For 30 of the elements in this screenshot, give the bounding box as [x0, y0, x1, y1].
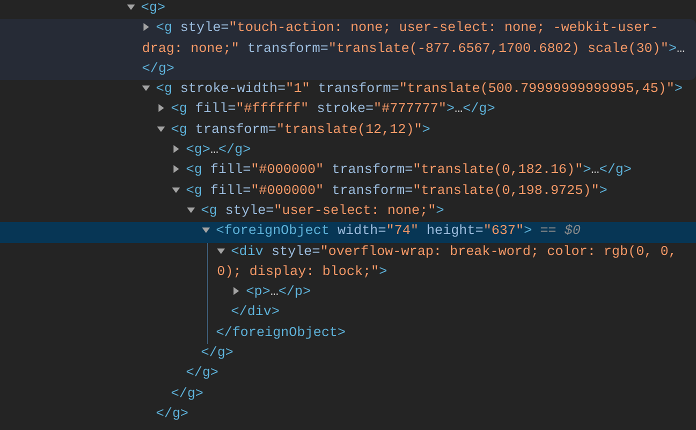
hovered-tree-item[interactable]: <g style="touch-action: none; user-select: none; -webkit-user-drag: none;" transform="translate(-877.6567,1700.6802) scale(30)">… </g>	[0, 19, 696, 80]
closing-tag[interactable]: </g>	[0, 384, 696, 405]
caret-down-icon[interactable]	[127, 3, 135, 11]
tree-item[interactable]: <div style="overflow-wrap: break-word; color: rgb(0, 0, 0); display: block;">	[208, 242, 696, 284]
closing-tag[interactable]: </g>	[0, 364, 696, 385]
tree-item[interactable]: <g fill="#000000" transform="translate(0,198.9725)">	[0, 182, 696, 202]
caret-right-icon[interactable]	[142, 23, 150, 32]
caret-right-icon[interactable]	[232, 287, 240, 296]
caret-down-icon[interactable]	[172, 186, 180, 194]
caret-down-icon[interactable]	[142, 84, 150, 92]
tree-item[interactable]: <g>…</g>	[0, 141, 696, 162]
tree-item[interactable]: <g>	[0, 0, 696, 20]
caret-down-icon[interactable]	[157, 124, 165, 133]
caret-down-icon[interactable]	[217, 246, 225, 255]
tree-item[interactable]: <g transform="translate(12,12)">	[0, 120, 696, 142]
caret-down-icon[interactable]	[187, 206, 195, 214]
closing-tag[interactable]: </g>	[0, 344, 696, 364]
closing-tag[interactable]: </foreignObject>	[208, 324, 696, 344]
caret-right-icon[interactable]	[172, 165, 180, 174]
tree-item[interactable]: <p>…</p>	[208, 283, 696, 304]
caret-right-icon[interactable]	[157, 104, 165, 112]
closing-tag[interactable]: </div>	[208, 303, 696, 324]
closing-tag[interactable]: </g>	[0, 404, 696, 426]
caret-right-icon[interactable]	[172, 145, 180, 154]
tree-item[interactable]: <g fill="#ffffff" stroke="#777777">…</g>	[0, 100, 696, 121]
caret-down-icon[interactable]	[202, 226, 210, 234]
tree-item[interactable]: <g stroke-width="1" transform="translate(500.79999999999995,45)">	[0, 80, 696, 100]
selected-tree-item[interactable]: <foreignObject width="74" height="637"> == $0	[0, 222, 696, 243]
tree-item[interactable]: <g style="user-select: none;">	[0, 202, 696, 222]
tree-item[interactable]: <g fill="#000000" transform="translate(0,182.16)">…</g>	[0, 161, 696, 182]
